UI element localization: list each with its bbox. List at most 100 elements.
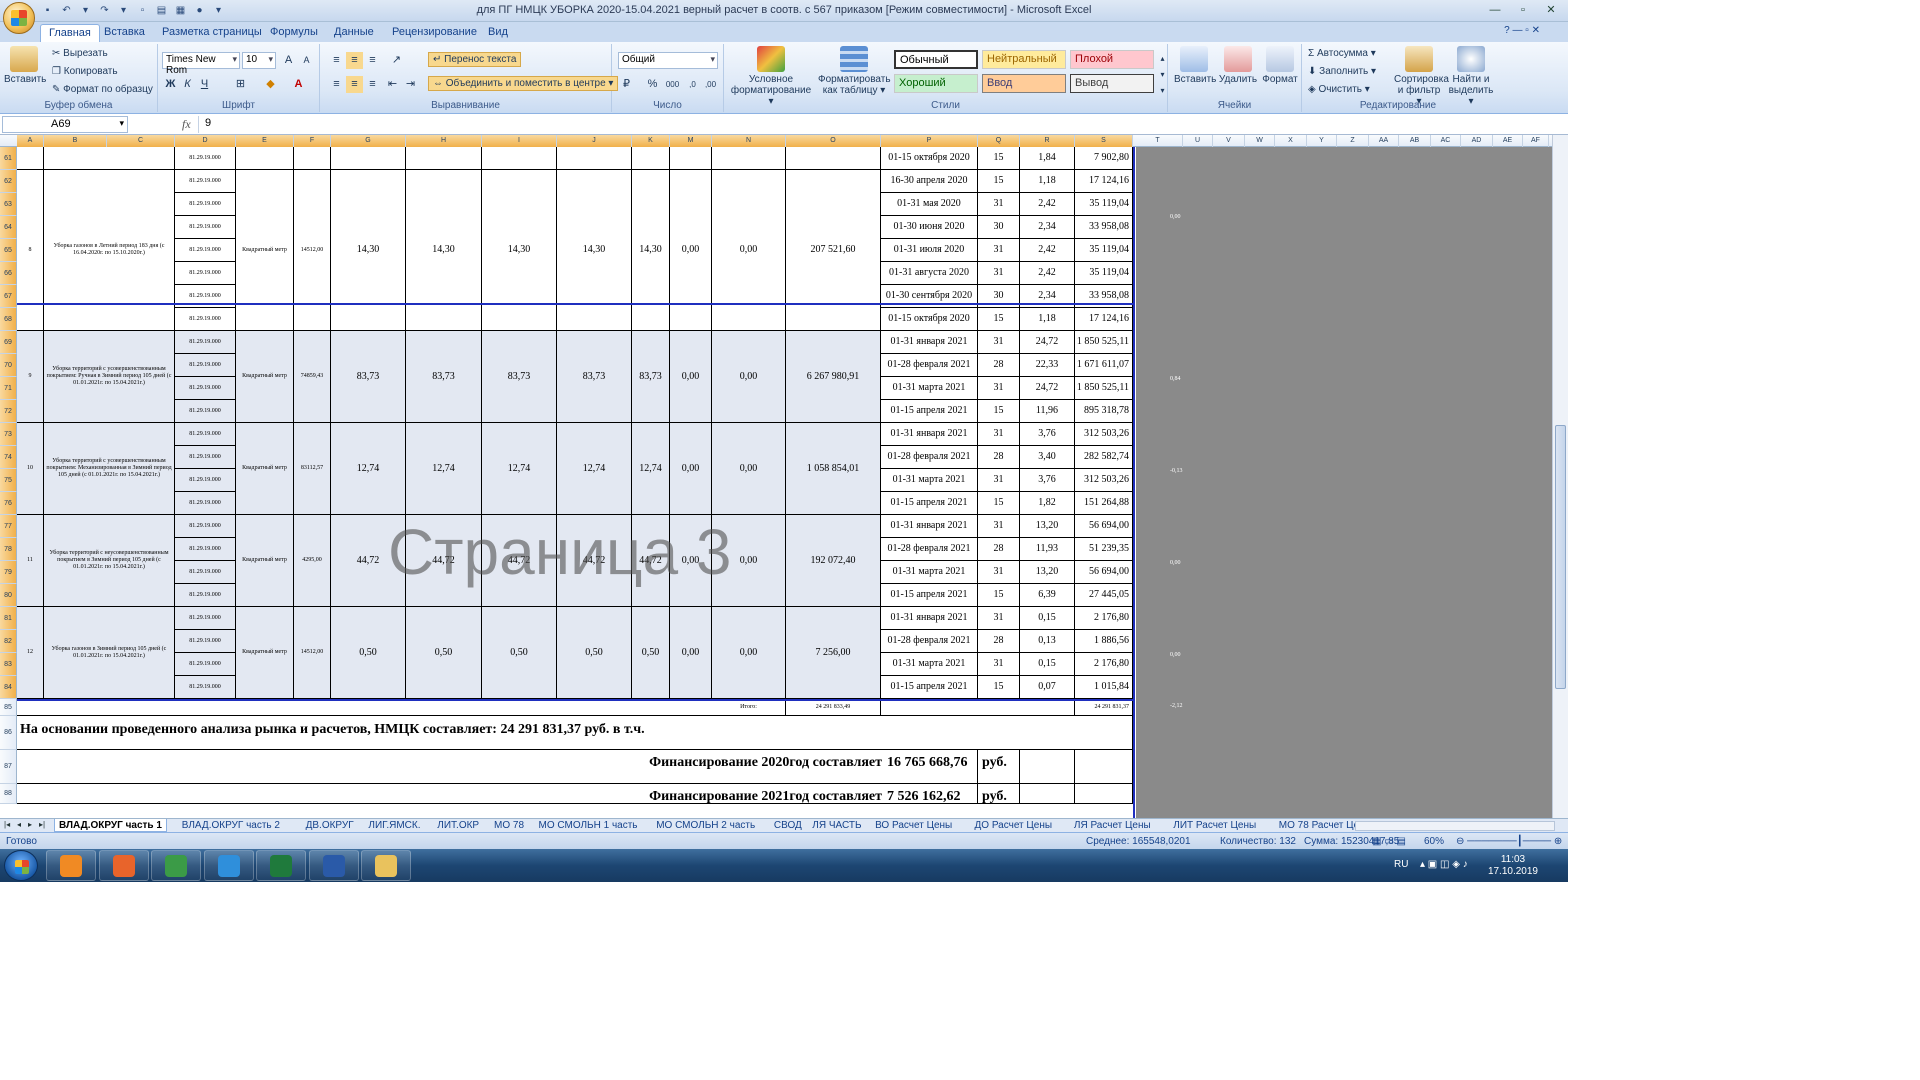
sheet-tab[interactable]: ВЛАД.ОКРУГ часть 1 — [54, 819, 167, 832]
column-header[interactable]: M — [670, 135, 712, 147]
cell-value[interactable]: 12,74 — [482, 423, 557, 515]
cell[interactable] — [236, 147, 294, 170]
tab-review[interactable]: Рецензирование — [384, 24, 485, 42]
bold-icon[interactable]: Ж — [162, 76, 179, 93]
cell-total[interactable]: 7 256,00 — [786, 607, 881, 699]
cell-rate[interactable]: 3,76 — [1020, 469, 1075, 492]
decrease-decimal-icon[interactable]: ,00 — [702, 76, 719, 93]
cell-value[interactable]: 14,30 — [406, 170, 482, 331]
zoom-slider[interactable]: ⊖ ───────┃──── ⊕ — [1456, 836, 1562, 847]
row-header[interactable]: 77 — [0, 515, 17, 538]
align-top-icon[interactable]: ≡ — [328, 52, 345, 69]
cell-code[interactable]: 81.29.19.000 — [175, 469, 236, 492]
undo-icon[interactable]: ↶ — [59, 3, 74, 18]
tab-home[interactable]: Главная — [40, 24, 100, 42]
cell-rate[interactable]: 1,18 — [1020, 308, 1075, 331]
column-header[interactable]: AA — [1369, 135, 1399, 147]
column-header[interactable]: AF — [1523, 135, 1549, 147]
cell-value[interactable]: 83,73 — [406, 331, 482, 423]
cell[interactable] — [294, 147, 331, 170]
row-header[interactable]: 79 — [0, 561, 17, 584]
column-header[interactable]: E — [236, 135, 294, 147]
fill-color-icon[interactable]: ◆ — [262, 76, 279, 93]
column-header[interactable]: F — [294, 135, 331, 147]
cell-value[interactable]: 83,73 — [331, 331, 406, 423]
clear-button[interactable]: ◈ Очистить ▾ — [1308, 84, 1370, 95]
column-header[interactable]: R — [1020, 135, 1075, 147]
row-header[interactable]: 82 — [0, 630, 17, 653]
cell-value[interactable]: 0,00 — [670, 607, 712, 699]
font-name-combo[interactable]: Times New Rom — [162, 52, 240, 76]
cell-code[interactable]: 81.29.19.000 — [175, 354, 236, 377]
row-header[interactable]: 65 — [0, 239, 17, 262]
percent-icon[interactable]: % — [644, 76, 661, 93]
cell-sum[interactable]: 1 886,56 — [1075, 630, 1133, 653]
cell-days[interactable]: 31 — [978, 423, 1020, 446]
align-bottom-icon[interactable]: ≡ — [364, 52, 381, 69]
cell-desc[interactable]: Уборка территорий с усовершенствованным … — [44, 331, 175, 423]
cell-period[interactable]: 01-28 февраля 2021 — [881, 630, 978, 653]
cell-area[interactable]: 14512,00 — [294, 607, 331, 699]
cell-sum[interactable]: 27 445,05 — [1075, 584, 1133, 607]
column-header[interactable]: AC — [1431, 135, 1461, 147]
taskbar-app-chrome[interactable] — [151, 850, 201, 881]
cell[interactable] — [881, 699, 1075, 716]
cell-days[interactable]: 15 — [978, 676, 1020, 699]
print-icon[interactable]: ▤ — [154, 3, 169, 18]
cell-unit[interactable]: Квадратный метр — [236, 607, 294, 699]
tab-data[interactable]: Данные — [326, 24, 382, 42]
sheet-tab[interactable]: МО СМОЛЬН 1 часть — [535, 819, 642, 832]
sheet-tab[interactable]: ЛИТ.ОКР — [433, 819, 483, 832]
prev-sheet-icon[interactable]: ◂ — [17, 820, 21, 829]
cell-sum[interactable]: 312 503,26 — [1075, 469, 1133, 492]
column-header[interactable]: P — [881, 135, 978, 147]
grow-font-icon[interactable]: A — [280, 52, 297, 69]
cell[interactable] — [482, 147, 557, 170]
cell-rate[interactable]: 13,20 — [1020, 561, 1075, 584]
row-header[interactable]: 87 — [0, 750, 17, 784]
autosum-button[interactable]: Σ Автосумма ▾ — [1308, 48, 1376, 59]
quick-print-icon[interactable]: ▦ — [173, 3, 188, 18]
cell-period[interactable]: 16-30 апреля 2020 — [881, 170, 978, 193]
cell-area[interactable]: 4295,00 — [294, 515, 331, 607]
cell-days[interactable]: 31 — [978, 262, 1020, 285]
cell-area[interactable]: 74859,43 — [294, 331, 331, 423]
style-good[interactable]: Хороший — [894, 74, 978, 93]
sheet-tab[interactable]: ДВ.ОКРУГ — [302, 819, 358, 832]
side-check-value[interactable]: 0,00 — [1170, 652, 1181, 658]
cell-sum[interactable]: 33 958,08 — [1075, 216, 1133, 239]
row-header[interactable]: 61 — [0, 147, 17, 170]
cell-sum[interactable]: 1 850 525,11 — [1075, 331, 1133, 354]
horizontal-scrollbar[interactable] — [1355, 821, 1555, 831]
cell-sum[interactable]: 35 119,04 — [1075, 262, 1133, 285]
row-header[interactable]: 73 — [0, 423, 17, 446]
cell-num[interactable]: 11 — [17, 515, 44, 607]
cell-value[interactable]: 83,73 — [632, 331, 670, 423]
row-header[interactable]: 78 — [0, 538, 17, 561]
cell-rate[interactable]: 11,96 — [1020, 400, 1075, 423]
number-format-combo[interactable]: Общий — [618, 52, 718, 69]
font-color-icon[interactable]: A — [290, 76, 307, 93]
cell-period[interactable]: 01-15 октября 2020 — [881, 147, 978, 170]
cell-value[interactable]: 0,00 — [670, 170, 712, 331]
language-indicator[interactable]: RU — [1394, 859, 1408, 870]
scroll-thumb[interactable] — [1555, 425, 1566, 689]
taskbar-app-word[interactable] — [308, 850, 359, 881]
cell-rate[interactable]: 24,72 — [1020, 377, 1075, 400]
redo-icon[interactable]: ↷ — [97, 3, 112, 18]
cell-period[interactable]: 01-28 февраля 2021 — [881, 446, 978, 469]
delete-cells-button[interactable]: Удалить — [1218, 46, 1258, 85]
cell-code[interactable]: 81.29.19.000 — [175, 262, 236, 285]
paste-button[interactable]: Вставить — [4, 46, 46, 85]
cell-value[interactable]: 44,72 — [632, 515, 670, 607]
cell-period[interactable]: 01-31 мая 2020 — [881, 193, 978, 216]
start-button[interactable] — [4, 850, 38, 881]
spelling-icon[interactable]: ● — [192, 3, 207, 18]
column-header[interactable]: Z — [1337, 135, 1369, 147]
cell[interactable] — [1075, 784, 1133, 804]
cell-value[interactable]: 44,72 — [331, 515, 406, 607]
column-header[interactable]: J — [557, 135, 632, 147]
cell-unit[interactable]: Квадратный метр — [236, 423, 294, 515]
cell-period[interactable]: 01-15 октября 2020 — [881, 308, 978, 331]
cell[interactable] — [17, 699, 712, 716]
